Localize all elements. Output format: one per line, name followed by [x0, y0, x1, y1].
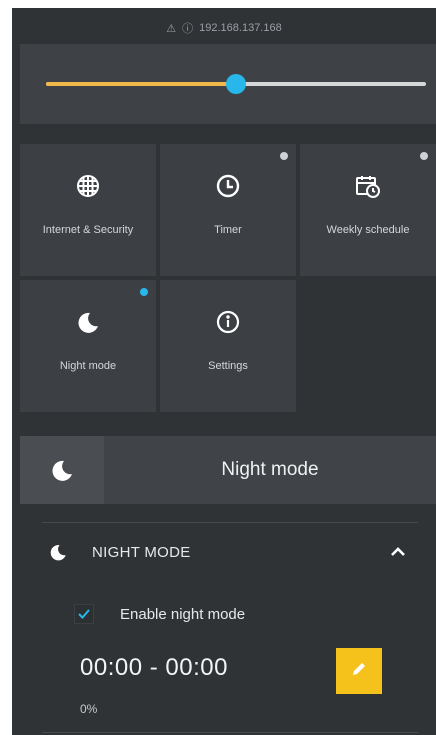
night-mode-section-header[interactable]: NIGHT MODE	[42, 534, 418, 570]
divider	[42, 732, 418, 733]
info-circle-icon: ⓘ	[182, 23, 194, 35]
tile-internet-security[interactable]: Internet & Security	[20, 144, 156, 276]
info-icon	[212, 306, 244, 338]
enable-night-mode-label: Enable night mode	[120, 605, 246, 623]
address-url: 192.168.137.168	[199, 22, 282, 34]
chevron-up-icon[interactable]	[388, 542, 408, 562]
banner-title: Night mode	[221, 459, 319, 480]
brightness-slider-card	[20, 44, 436, 124]
time-range: 00:00 - 00:00	[80, 654, 228, 681]
clock-icon	[212, 170, 244, 202]
tile-label: Internet & Security	[42, 224, 134, 236]
app-frame: ⚠ ⓘ 192.168.137.168 Internet & Security	[12, 8, 436, 735]
notification-dot	[280, 152, 288, 160]
moon-icon	[20, 436, 104, 504]
slider-fill	[46, 82, 236, 86]
enable-night-mode-checkbox[interactable]	[74, 604, 94, 624]
divider	[42, 522, 418, 523]
tile-label: Weekly schedule	[326, 224, 410, 236]
tile-weekly-schedule[interactable]: Weekly schedule	[300, 144, 436, 276]
night-mode-banner: Night mode	[20, 436, 436, 504]
pencil-icon	[350, 660, 368, 683]
tile-label: Settings	[208, 360, 248, 372]
tile-label: Timer	[214, 224, 242, 236]
tile-settings[interactable]: Settings	[160, 280, 296, 412]
moon-icon	[72, 306, 104, 338]
active-dot	[140, 288, 148, 296]
tile-label: Night mode	[59, 360, 117, 372]
moon-icon	[48, 541, 70, 563]
address-bar: ⚠ ⓘ 192.168.137.168	[12, 8, 436, 48]
edit-button[interactable]	[336, 648, 382, 694]
percent-value: 0%	[80, 702, 98, 716]
section-title: NIGHT MODE	[92, 543, 191, 561]
slider-thumb[interactable]	[226, 74, 246, 94]
tile-night-mode[interactable]: Night mode	[20, 280, 156, 412]
globe-icon	[72, 170, 104, 202]
enable-night-mode-row: Enable night mode	[74, 604, 245, 624]
warning-icon: ⚠	[166, 22, 177, 35]
notification-dot	[420, 152, 428, 160]
weekly-schedule-icon	[352, 170, 384, 202]
tile-timer[interactable]: Timer	[160, 144, 296, 276]
brightness-slider[interactable]	[46, 74, 426, 94]
